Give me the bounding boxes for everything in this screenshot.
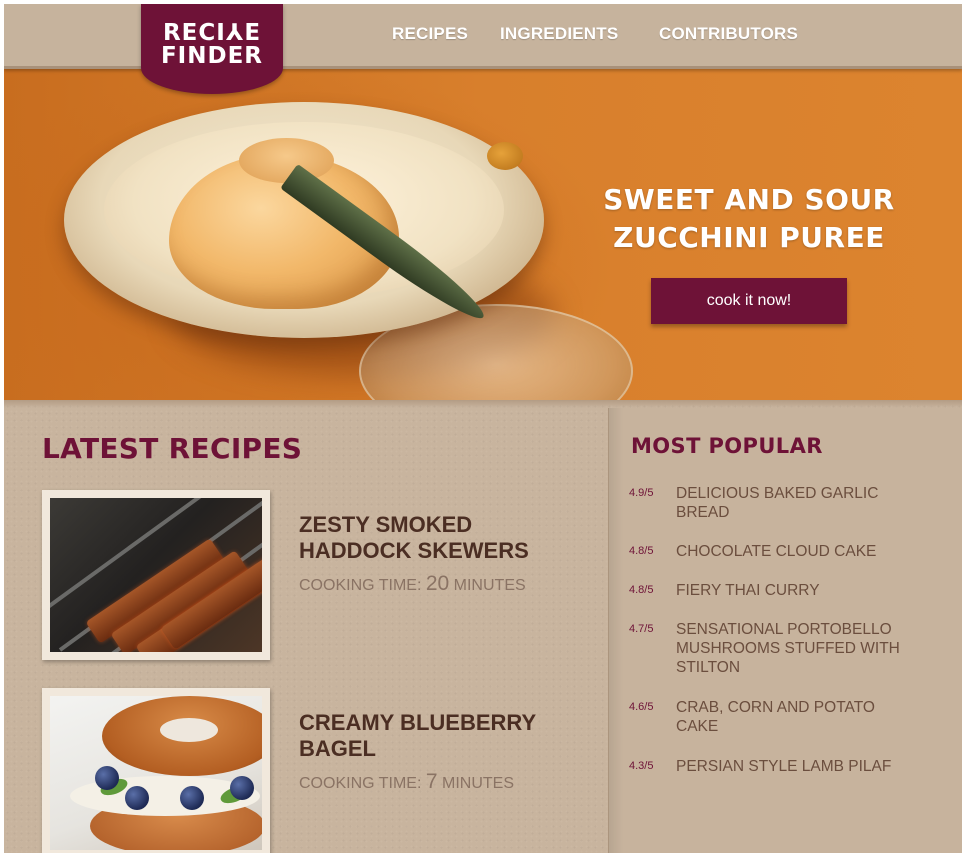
cooking-time-label: COOKING TIME: [299, 577, 422, 594]
logo-text-line2: FINDER [160, 43, 264, 69]
recipe-title-line1: CREAMY BLUEBERRY [299, 710, 537, 735]
recipe-title-line1: ZESTY SMOKED [299, 512, 473, 537]
recipe-title-line2: HADDOCK SKEWERS [299, 538, 529, 563]
latest-recipes-heading: LATEST RECIPES [42, 432, 303, 465]
site-logo[interactable]: RECI⅄E FINDER [141, 4, 283, 94]
logo-text-line1: RECI⅄E [162, 20, 262, 46]
most-popular-heading: MOST POPULAR [631, 434, 823, 458]
nav-contributors[interactable]: CONTRIBUTORS [659, 24, 798, 44]
recipe-title-haddock[interactable]: ZESTY SMOKED HADDOCK SKEWERS [299, 512, 529, 564]
cooking-time-bagel: COOKING TIME: 7 MINUTES [299, 770, 514, 794]
recipe-card-haddock[interactable] [42, 490, 270, 660]
recipe-card-bagel[interactable] [42, 688, 270, 853]
content-divider [4, 400, 962, 408]
hero-title-line2: ZUCCHINI PUREE [613, 221, 885, 254]
most-popular-sidebar: MOST POPULAR 4.9/5 DELICIOUS BAKED GARLI… [608, 408, 962, 853]
cook-it-now-button[interactable]: cook it now! [651, 278, 847, 324]
cooking-time-haddock: COOKING TIME: 20 MINUTES [299, 572, 526, 596]
hero-title-line1: SWEET AND SOUR [603, 183, 895, 216]
cooking-time-unit: MINUTES [441, 775, 514, 792]
blueberry-bagel-photo [50, 696, 262, 850]
nav-ingredients[interactable]: INGREDIENTS [500, 24, 618, 44]
cooking-time-value: 7 [425, 770, 438, 793]
popular-item-rating: 4.6/5 [629, 701, 654, 713]
popular-item-rating: 4.9/5 [629, 487, 654, 499]
hero-title: SWEET AND SOUR ZUCCHINI PUREE [602, 181, 896, 257]
popular-item-rating: 4.8/5 [629, 545, 654, 557]
nav-recipes[interactable]: RECIPES [392, 24, 468, 44]
page: RECIPES INGREDIENTS CONTRIBUTORS RECI⅄E … [4, 4, 962, 853]
popular-item-rating: 4.3/5 [629, 760, 654, 772]
popular-item-rating: 4.7/5 [629, 623, 654, 635]
recipe-title-line2: BAGEL [299, 736, 376, 761]
haddock-skewers-photo [50, 498, 262, 652]
popular-item-name: SENSATIONAL PORTOBELLO MUSHROOMS STUFFED… [676, 621, 900, 676]
popular-item-name: PERSIAN STYLE LAMB PILAF [676, 758, 892, 775]
popular-item-rating: 4.8/5 [629, 584, 654, 596]
cooking-time-value: 20 [425, 572, 450, 595]
recipe-title-bagel[interactable]: CREAMY BLUEBERRY BAGEL [299, 710, 536, 762]
popular-item-name: FIERY THAI CURRY [676, 582, 820, 599]
cooking-time-unit: MINUTES [453, 577, 526, 594]
cooking-time-label: COOKING TIME: [299, 775, 422, 792]
hero-banner: SWEET AND SOUR ZUCCHINI PUREE cook it no… [4, 66, 962, 400]
mustard-dollop-image [487, 142, 523, 170]
popular-item-name: DELICIOUS BAKED GARLIC BREAD [676, 485, 879, 521]
popular-item-name: CRAB, CORN AND POTATO CAKE [676, 699, 875, 735]
popular-item-name: CHOCOLATE CLOUD CAKE [676, 543, 877, 560]
